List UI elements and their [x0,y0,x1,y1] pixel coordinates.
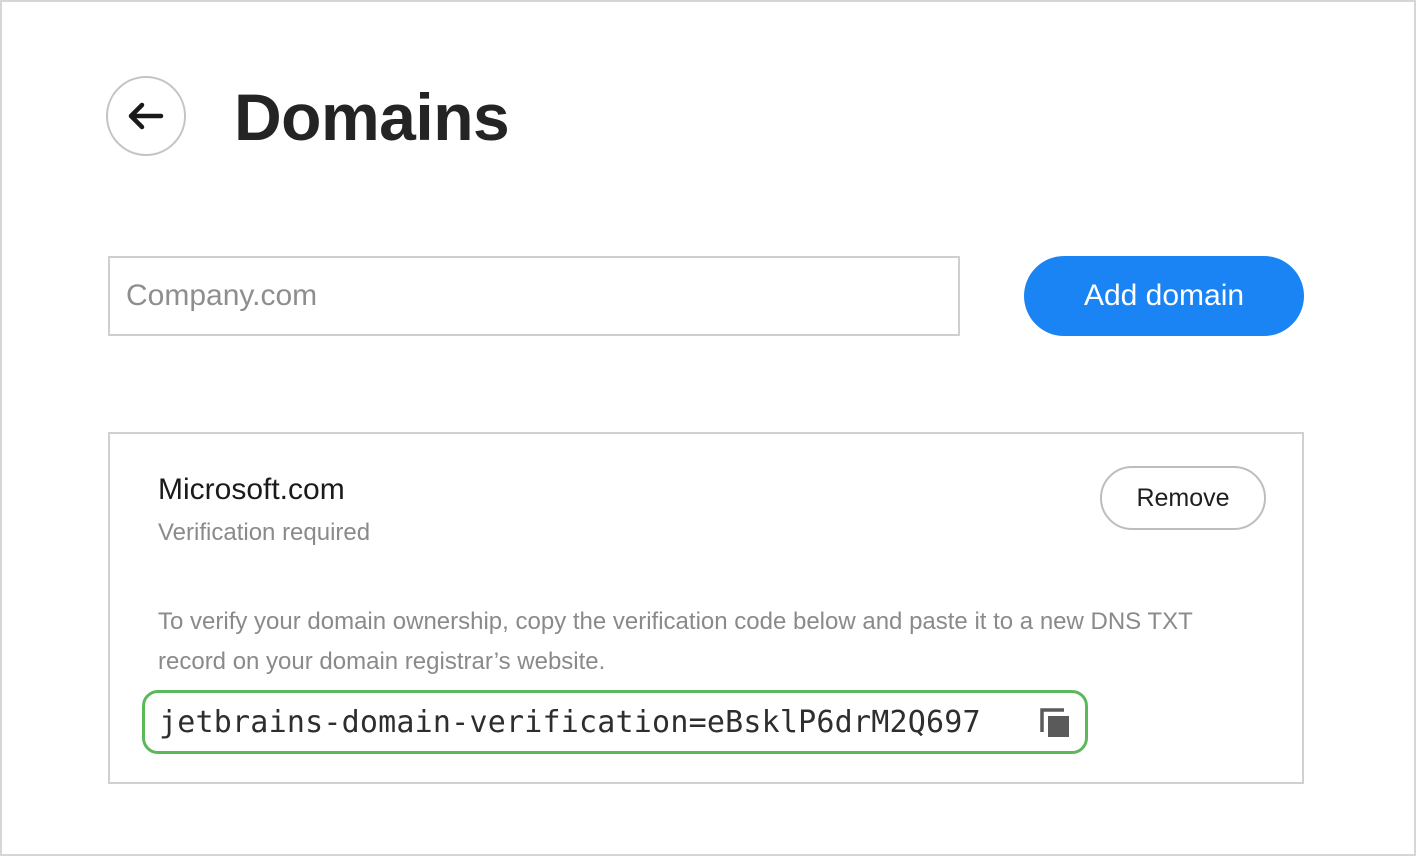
verification-instructions: To verify your domain ownership, copy th… [158,608,1193,675]
arrow-left-icon [128,102,164,130]
add-domain-button[interactable]: Add domain [1024,256,1304,336]
domain-input[interactable] [108,256,960,336]
verification-code-box: jetbrains-domain-verification=eBsklP6drM… [142,690,1088,754]
verification-code[interactable]: jetbrains-domain-verification=eBsklP6drM… [159,705,981,740]
remove-button[interactable]: Remove [1100,466,1266,530]
page-frame: Domains Add domain Microsoft.com Verific… [0,0,1416,856]
back-button[interactable] [106,76,186,156]
domain-name: Microsoft.com [158,473,345,506]
copy-icon[interactable] [1039,707,1071,739]
domain-card: Microsoft.com Verification required Remo… [108,432,1304,784]
page-title: Domains [234,80,510,154]
domain-status: Verification required [158,519,371,546]
